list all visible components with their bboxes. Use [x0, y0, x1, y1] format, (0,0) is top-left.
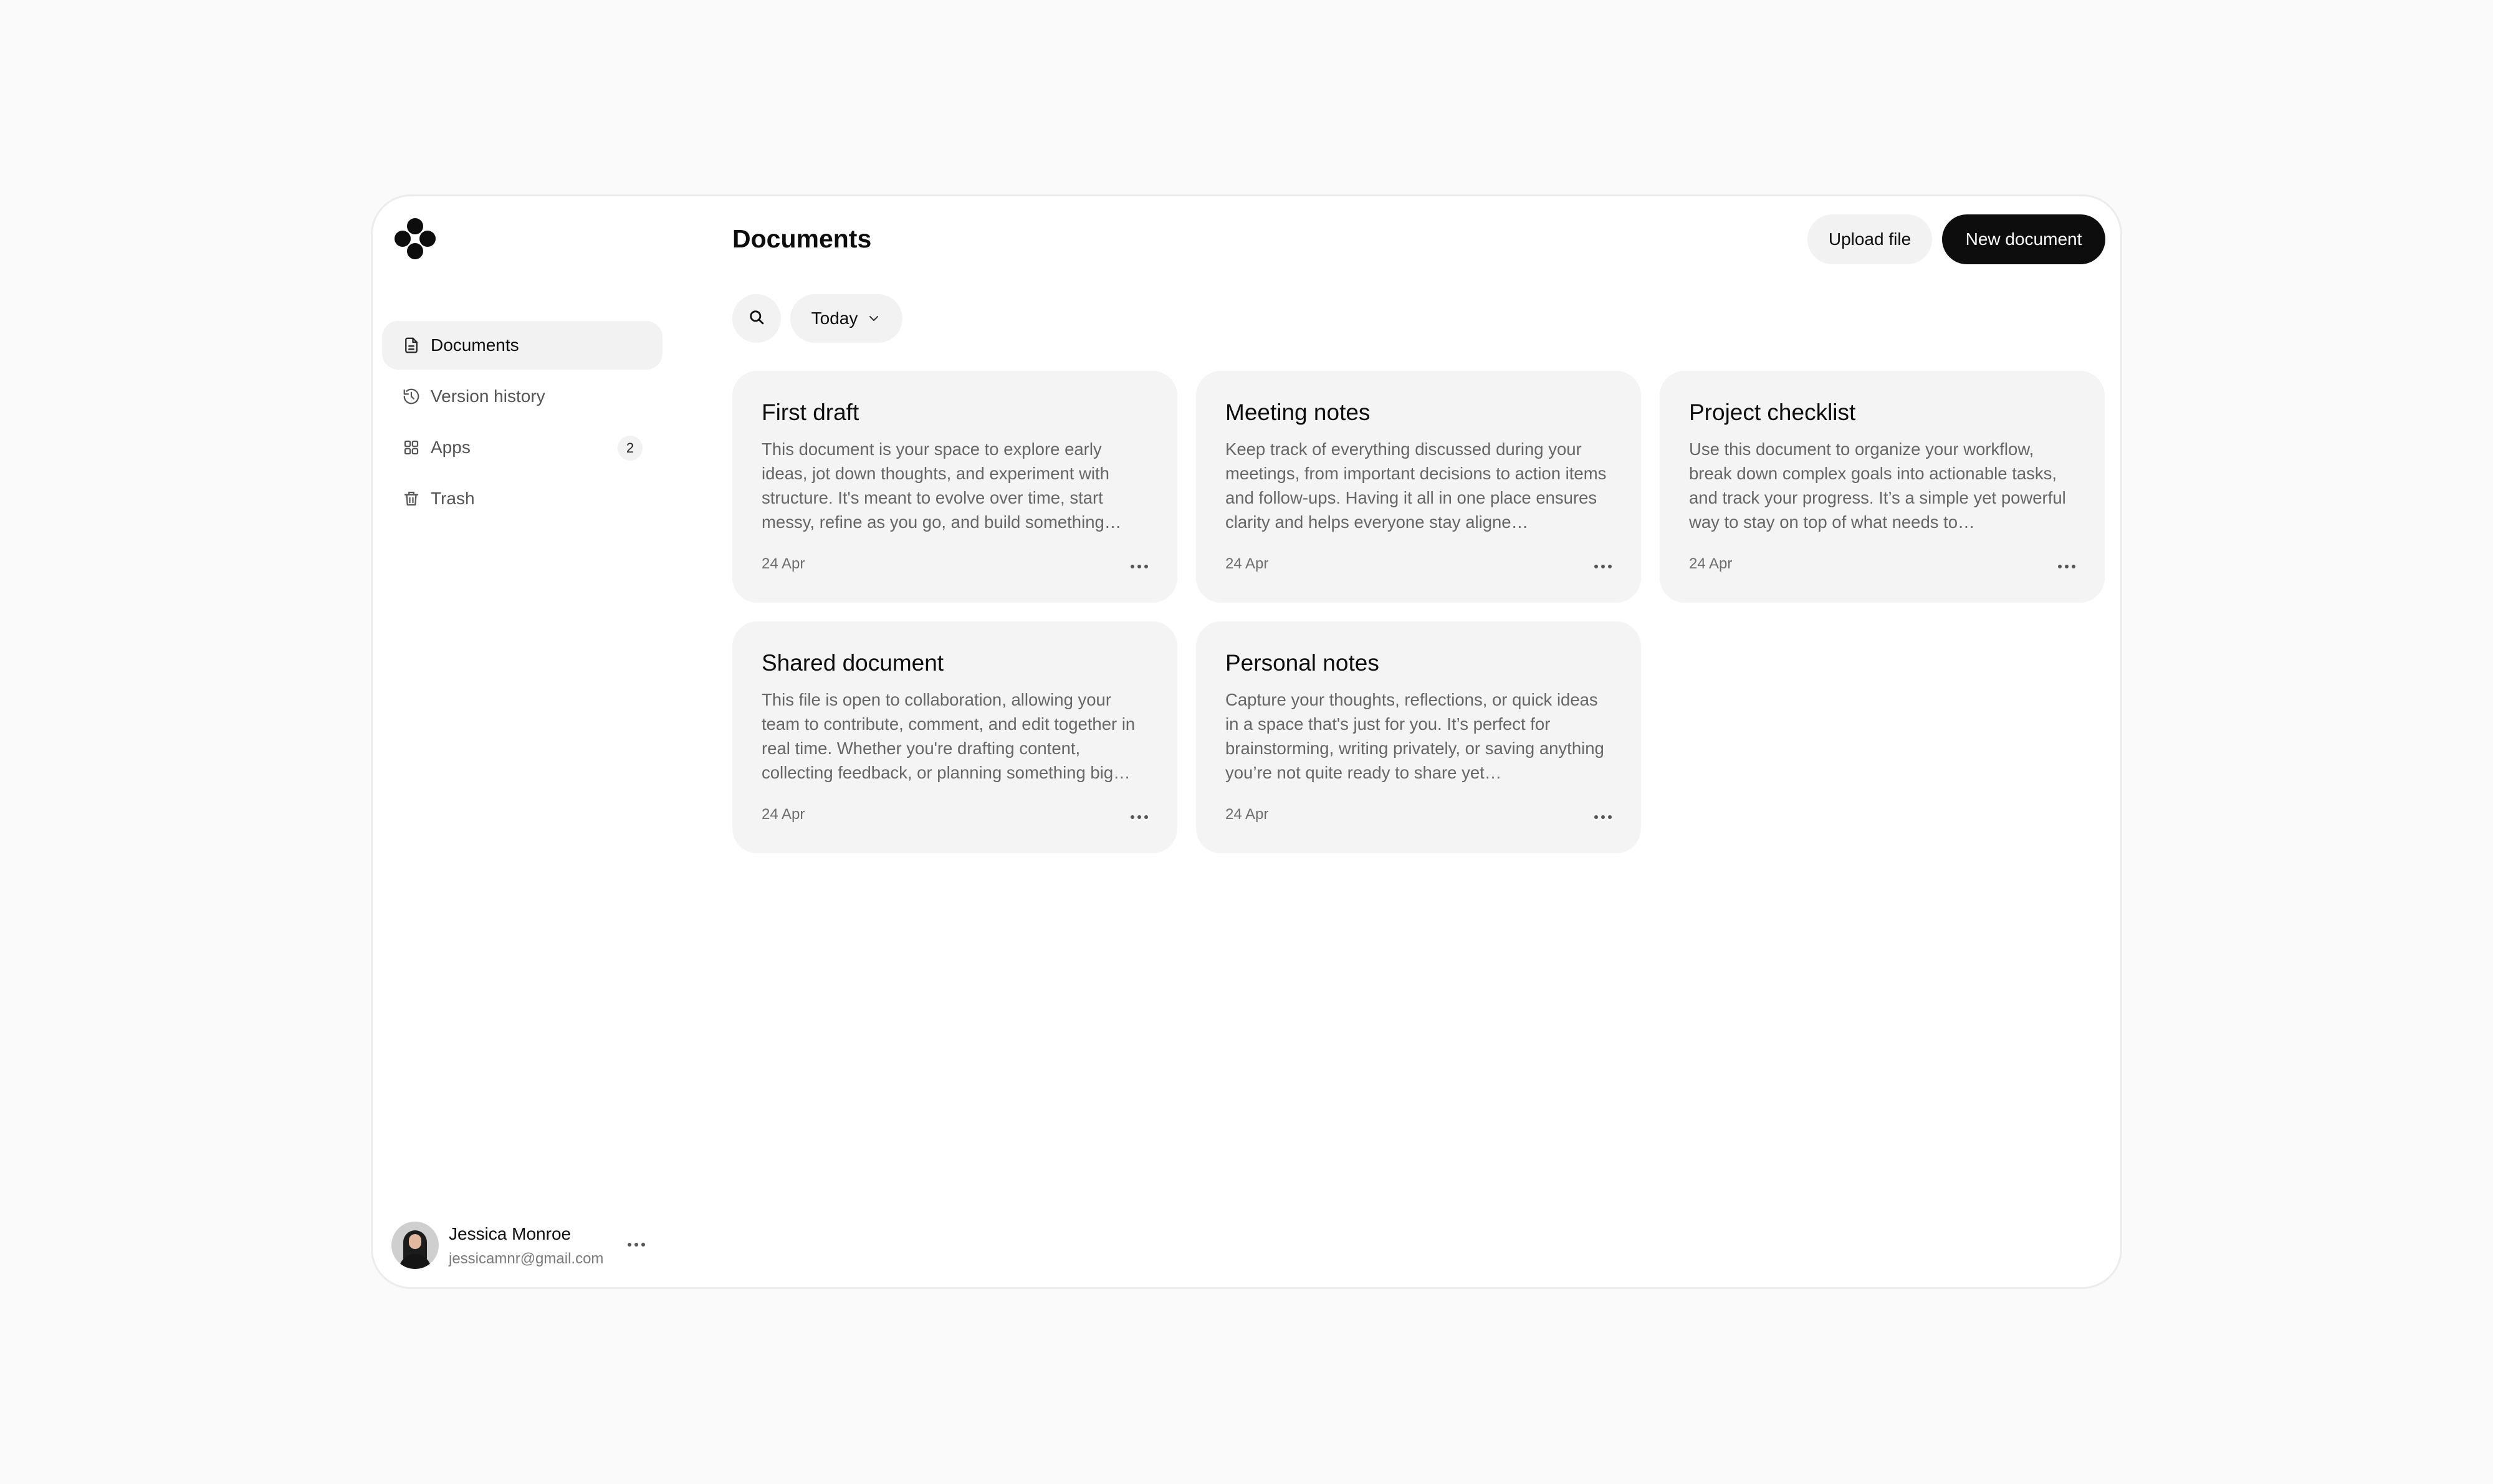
apps-icon [402, 438, 421, 457]
document-title: Meeting notes [1225, 400, 1371, 425]
document-title: Project checklist [1689, 400, 1856, 425]
document-card[interactable]: First draft This document is your space … [732, 371, 1177, 603]
sidebar-item-label: Version history [431, 386, 545, 406]
sidebar-item-label: Trash [431, 489, 475, 508]
document-card[interactable]: Shared document This file is open to col… [732, 621, 1177, 853]
document-date: 24 Apr [762, 806, 805, 823]
app-window: Documents Version history Apps 2 Trash J… [371, 194, 2122, 1289]
sidebar-nav: Documents Version history Apps 2 Trash [382, 321, 663, 525]
more-options-icon[interactable] [1592, 559, 1614, 574]
document-card[interactable]: Meeting notes Keep track of everything d… [1196, 371, 1641, 603]
upload-file-button[interactable]: Upload file [1807, 214, 1932, 264]
document-description: Use this document to organize your workf… [1689, 439, 2066, 532]
history-icon [402, 387, 421, 406]
date-filter-dropdown[interactable]: Today [790, 294, 902, 343]
user-email: jessicamnr@gmail.com [449, 1250, 604, 1267]
search-button[interactable] [732, 294, 781, 343]
sidebar-item-label: Apps [431, 438, 471, 457]
document-date: 24 Apr [762, 555, 805, 572]
chevron-down-icon [866, 311, 881, 326]
date-filter-label: Today [811, 309, 858, 328]
document-card[interactable]: Personal notes Capture your thoughts, re… [1196, 621, 1641, 853]
sidebar-item-version-history[interactable]: Version history [382, 372, 663, 421]
sidebar-item-label: Documents [431, 335, 519, 355]
sidebar-item-trash[interactable]: Trash [382, 474, 663, 523]
document-description: This file is open to collaboration, allo… [762, 690, 1136, 782]
apps-count-badge: 2 [618, 436, 643, 461]
document-title: Personal notes [1225, 650, 1379, 676]
more-options-icon[interactable] [1592, 810, 1614, 825]
document-title: First draft [762, 400, 859, 425]
sidebar-item-apps[interactable]: Apps 2 [382, 423, 663, 472]
document-date: 24 Apr [1225, 806, 1269, 823]
new-document-button[interactable]: New document [1942, 214, 2105, 264]
user-name: Jessica Monroe [449, 1224, 572, 1243]
document-icon [402, 336, 421, 355]
more-options-icon[interactable] [2056, 559, 2077, 574]
document-title: Shared document [762, 650, 944, 676]
document-description: Capture your thoughts, reflections, or q… [1225, 690, 1604, 782]
user-more-options-icon[interactable] [625, 1235, 648, 1254]
page-title: Documents [732, 224, 872, 253]
search-icon [748, 309, 765, 329]
sidebar-item-documents[interactable]: Documents [382, 321, 663, 370]
document-card[interactable]: Project checklist Use this document to o… [1660, 371, 2105, 603]
more-options-icon[interactable] [1129, 559, 1150, 574]
trash-icon [402, 489, 421, 508]
document-date: 24 Apr [1689, 555, 1733, 572]
brand-logo[interactable] [395, 218, 436, 259]
user-profile[interactable]: Jessica Monroe jessicamnr@gmail.com [391, 1222, 666, 1271]
avatar [391, 1222, 439, 1269]
document-date: 24 Apr [1225, 555, 1269, 572]
document-description: This document is your space to explore e… [762, 439, 1122, 532]
document-description: Keep track of everything discussed durin… [1225, 439, 1607, 532]
more-options-icon[interactable] [1129, 810, 1150, 825]
